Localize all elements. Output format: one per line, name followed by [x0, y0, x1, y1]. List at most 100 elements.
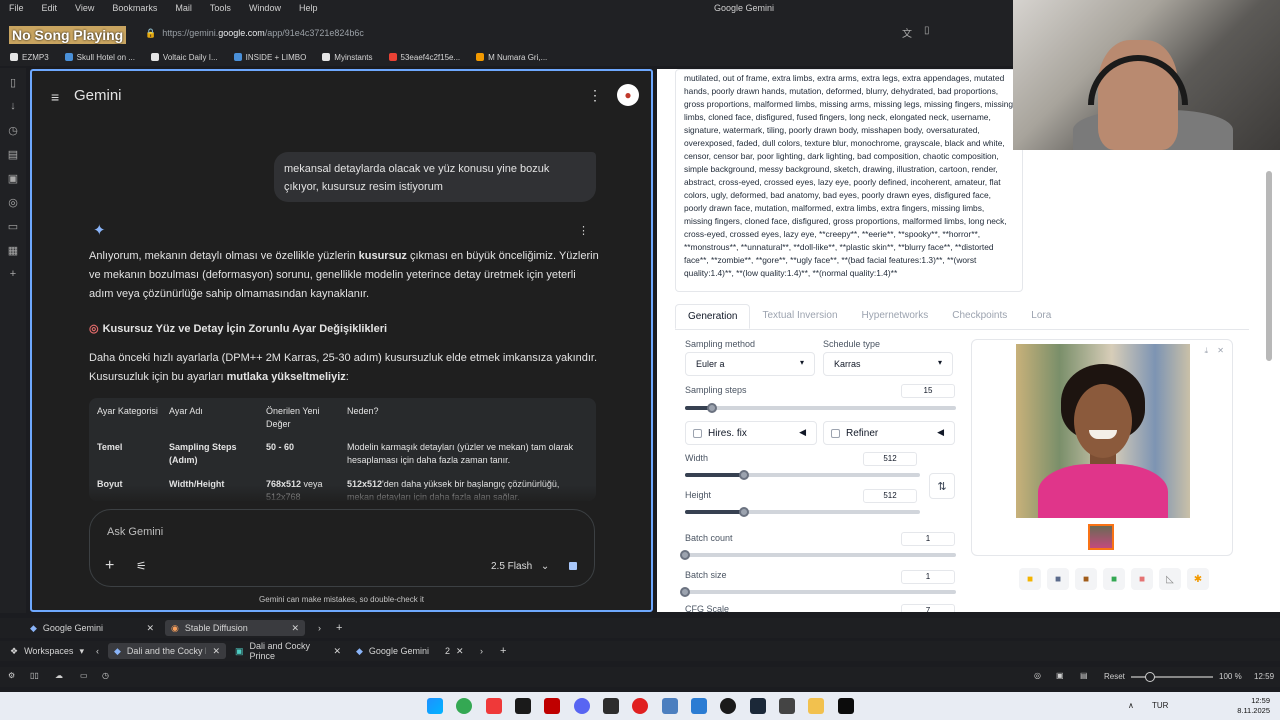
sampling-method-select[interactable]: Euler a ▾ — [685, 352, 815, 376]
tab-checkpoints[interactable]: Checkpoints — [940, 304, 1019, 329]
ask-gemini-input[interactable]: Ask Gemini + ⚟ 2.5 Flash ⌄ — [89, 509, 595, 587]
batch-size-slider[interactable] — [680, 587, 956, 597]
menu-tools[interactable]: Tools — [201, 3, 240, 13]
language-indicator[interactable]: TUR — [1152, 701, 1168, 710]
mail-icon[interactable]: ▭ — [7, 220, 19, 233]
slider-thumb[interactable] — [738, 470, 749, 480]
filezilla-icon[interactable] — [544, 698, 560, 714]
steam-icon[interactable] — [750, 698, 766, 714]
close-icon[interactable]: ✕ — [291, 623, 299, 634]
bookmark-icon[interactable]: ▯ — [924, 25, 930, 40]
app-icon[interactable] — [603, 698, 619, 714]
media-player-icon[interactable] — [632, 698, 648, 714]
app-icon[interactable] — [662, 698, 678, 714]
bookmark-item[interactable]: Myinstants — [322, 53, 373, 62]
slider-thumb[interactable] — [680, 587, 690, 597]
close-icon[interactable]: ✕ — [1217, 346, 1224, 355]
tab-lora[interactable]: Lora — [1019, 304, 1063, 329]
chevron-right-icon[interactable]: › — [474, 643, 489, 659]
menu-mail[interactable]: Mail — [166, 3, 201, 13]
cfg-scale-input[interactable]: 7 — [901, 604, 955, 612]
menu-view[interactable]: View — [66, 3, 103, 13]
page-scrollbar[interactable] — [1266, 151, 1272, 607]
tab-textual-inversion[interactable]: Textual Inversion — [750, 304, 849, 329]
bookmarks-panel-icon[interactable]: ▯ — [7, 76, 19, 89]
zoom-slider[interactable] — [1131, 672, 1213, 682]
terminal-icon[interactable] — [515, 698, 531, 714]
slider-thumb[interactable] — [1145, 672, 1155, 682]
tab-dali-2[interactable]: ▣ Dali and Cocky Prince ✕ — [229, 641, 347, 661]
tab-hypernetworks[interactable]: Hypernetworks — [850, 304, 941, 329]
menu-window[interactable]: Window — [240, 3, 290, 13]
height-input[interactable]: 512 — [863, 489, 917, 503]
tools-icon[interactable]: ⚟ — [136, 559, 147, 573]
close-icon[interactable]: ✕ — [146, 623, 154, 634]
calendar-icon[interactable]: ▦ — [7, 244, 19, 257]
cloud-icon[interactable]: ☁ — [55, 671, 63, 680]
menu-bookmarks[interactable]: Bookmarks — [103, 3, 166, 13]
new-tab-icon[interactable]: + — [330, 620, 348, 636]
batch-size-input[interactable]: 1 — [901, 570, 955, 584]
cmd-icon[interactable] — [838, 698, 854, 714]
add-attachment-icon[interactable]: + — [105, 557, 114, 575]
stop-button[interactable] — [566, 559, 580, 573]
generated-image[interactable] — [1016, 344, 1190, 518]
response-options-icon[interactable]: ⋮ — [578, 224, 589, 237]
width-slider[interactable] — [685, 470, 920, 480]
batch-count-slider[interactable] — [680, 550, 956, 560]
panel-toggle-icon[interactable]: ⚙ — [8, 671, 15, 680]
tray-chevron-icon[interactable]: ∧ — [1128, 701, 1134, 710]
bookmark-item[interactable]: INSIDE + LIMBO — [233, 53, 306, 62]
send-to-extras-icon[interactable]: ◺ — [1159, 568, 1181, 590]
discord-icon[interactable] — [574, 698, 590, 714]
extras-sparkle-icon[interactable]: ✱ — [1187, 568, 1209, 590]
open-folder-icon[interactable]: ■ — [1019, 568, 1041, 590]
tab-google-gemini[interactable]: ◆ Google Gemini ✕ — [24, 620, 160, 636]
scrollbar-thumb[interactable] — [1266, 171, 1272, 361]
refiner-checkbox[interactable] — [831, 429, 840, 438]
close-icon[interactable]: ✕ — [212, 646, 220, 657]
chrome-icon[interactable] — [456, 698, 472, 714]
hires-fix-checkbox[interactable] — [693, 429, 702, 438]
file-explorer-icon[interactable] — [808, 698, 824, 714]
vivaldi-icon[interactable] — [486, 698, 502, 714]
outlook-icon[interactable] — [691, 698, 707, 714]
chevron-left-icon[interactable]: ‹ — [90, 643, 105, 659]
capture-icon[interactable]: ◎ — [1034, 671, 1041, 680]
windows-start-icon[interactable] — [427, 698, 443, 714]
hires-fix-accordion[interactable]: Hires. fix ◀ — [685, 421, 817, 445]
translate-icon[interactable]: 文 — [902, 25, 912, 40]
bookmark-item[interactable]: Skull Hotel on ... — [64, 53, 135, 62]
downloads-icon[interactable]: ↓ — [7, 100, 19, 112]
taskbar-clock[interactable]: 12:59 8.11.2025 — [1237, 696, 1270, 716]
menu-file[interactable]: File — [0, 3, 33, 13]
window-panel-icon[interactable]: ▣ — [7, 172, 19, 185]
tiling-icon[interactable]: ▯▯ — [30, 671, 39, 680]
negative-prompt-textarea[interactable]: mutilated, out of frame, extra limbs, ex… — [675, 69, 1023, 292]
notes-icon[interactable]: ▤ — [7, 148, 19, 161]
window-icon[interactable]: ▭ — [80, 671, 88, 680]
slider-thumb[interactable] — [738, 507, 749, 517]
swap-dimensions-button[interactable]: ⇅ — [929, 473, 955, 499]
hamburger-menu-icon[interactable]: ≡ — [51, 89, 59, 105]
add-panel-icon[interactable]: + — [7, 268, 19, 280]
batch-count-input[interactable]: 1 — [901, 532, 955, 546]
sampling-steps-slider[interactable] — [685, 403, 956, 413]
sampling-steps-input[interactable]: 15 — [901, 384, 955, 398]
save-icon[interactable]: ■ — [1047, 568, 1069, 590]
avatar[interactable]: ● — [617, 84, 639, 106]
tab-generation[interactable]: Generation — [675, 304, 751, 329]
more-options-icon[interactable]: ⋮ — [588, 87, 602, 104]
bookmark-item[interactable]: EZMP3 — [10, 53, 49, 62]
send-to-inpaint-icon[interactable]: ■ — [1131, 568, 1153, 590]
page-tiling-icon[interactable]: ▣ — [1056, 671, 1064, 680]
zip-icon[interactable]: ■ — [1075, 568, 1097, 590]
send-to-img2img-icon[interactable]: ■ — [1103, 568, 1125, 590]
menu-edit[interactable]: Edit — [33, 3, 67, 13]
github-icon[interactable] — [720, 698, 736, 714]
width-input[interactable]: 512 — [863, 452, 917, 466]
workspaces-button[interactable]: ❖ Workspaces ▾ — [4, 643, 90, 659]
slider-thumb[interactable] — [680, 550, 690, 560]
url-field[interactable]: 🔒 https://gemini. google.com/app/91e4c372… — [145, 24, 945, 42]
refiner-accordion[interactable]: Refiner ◀ — [823, 421, 955, 445]
